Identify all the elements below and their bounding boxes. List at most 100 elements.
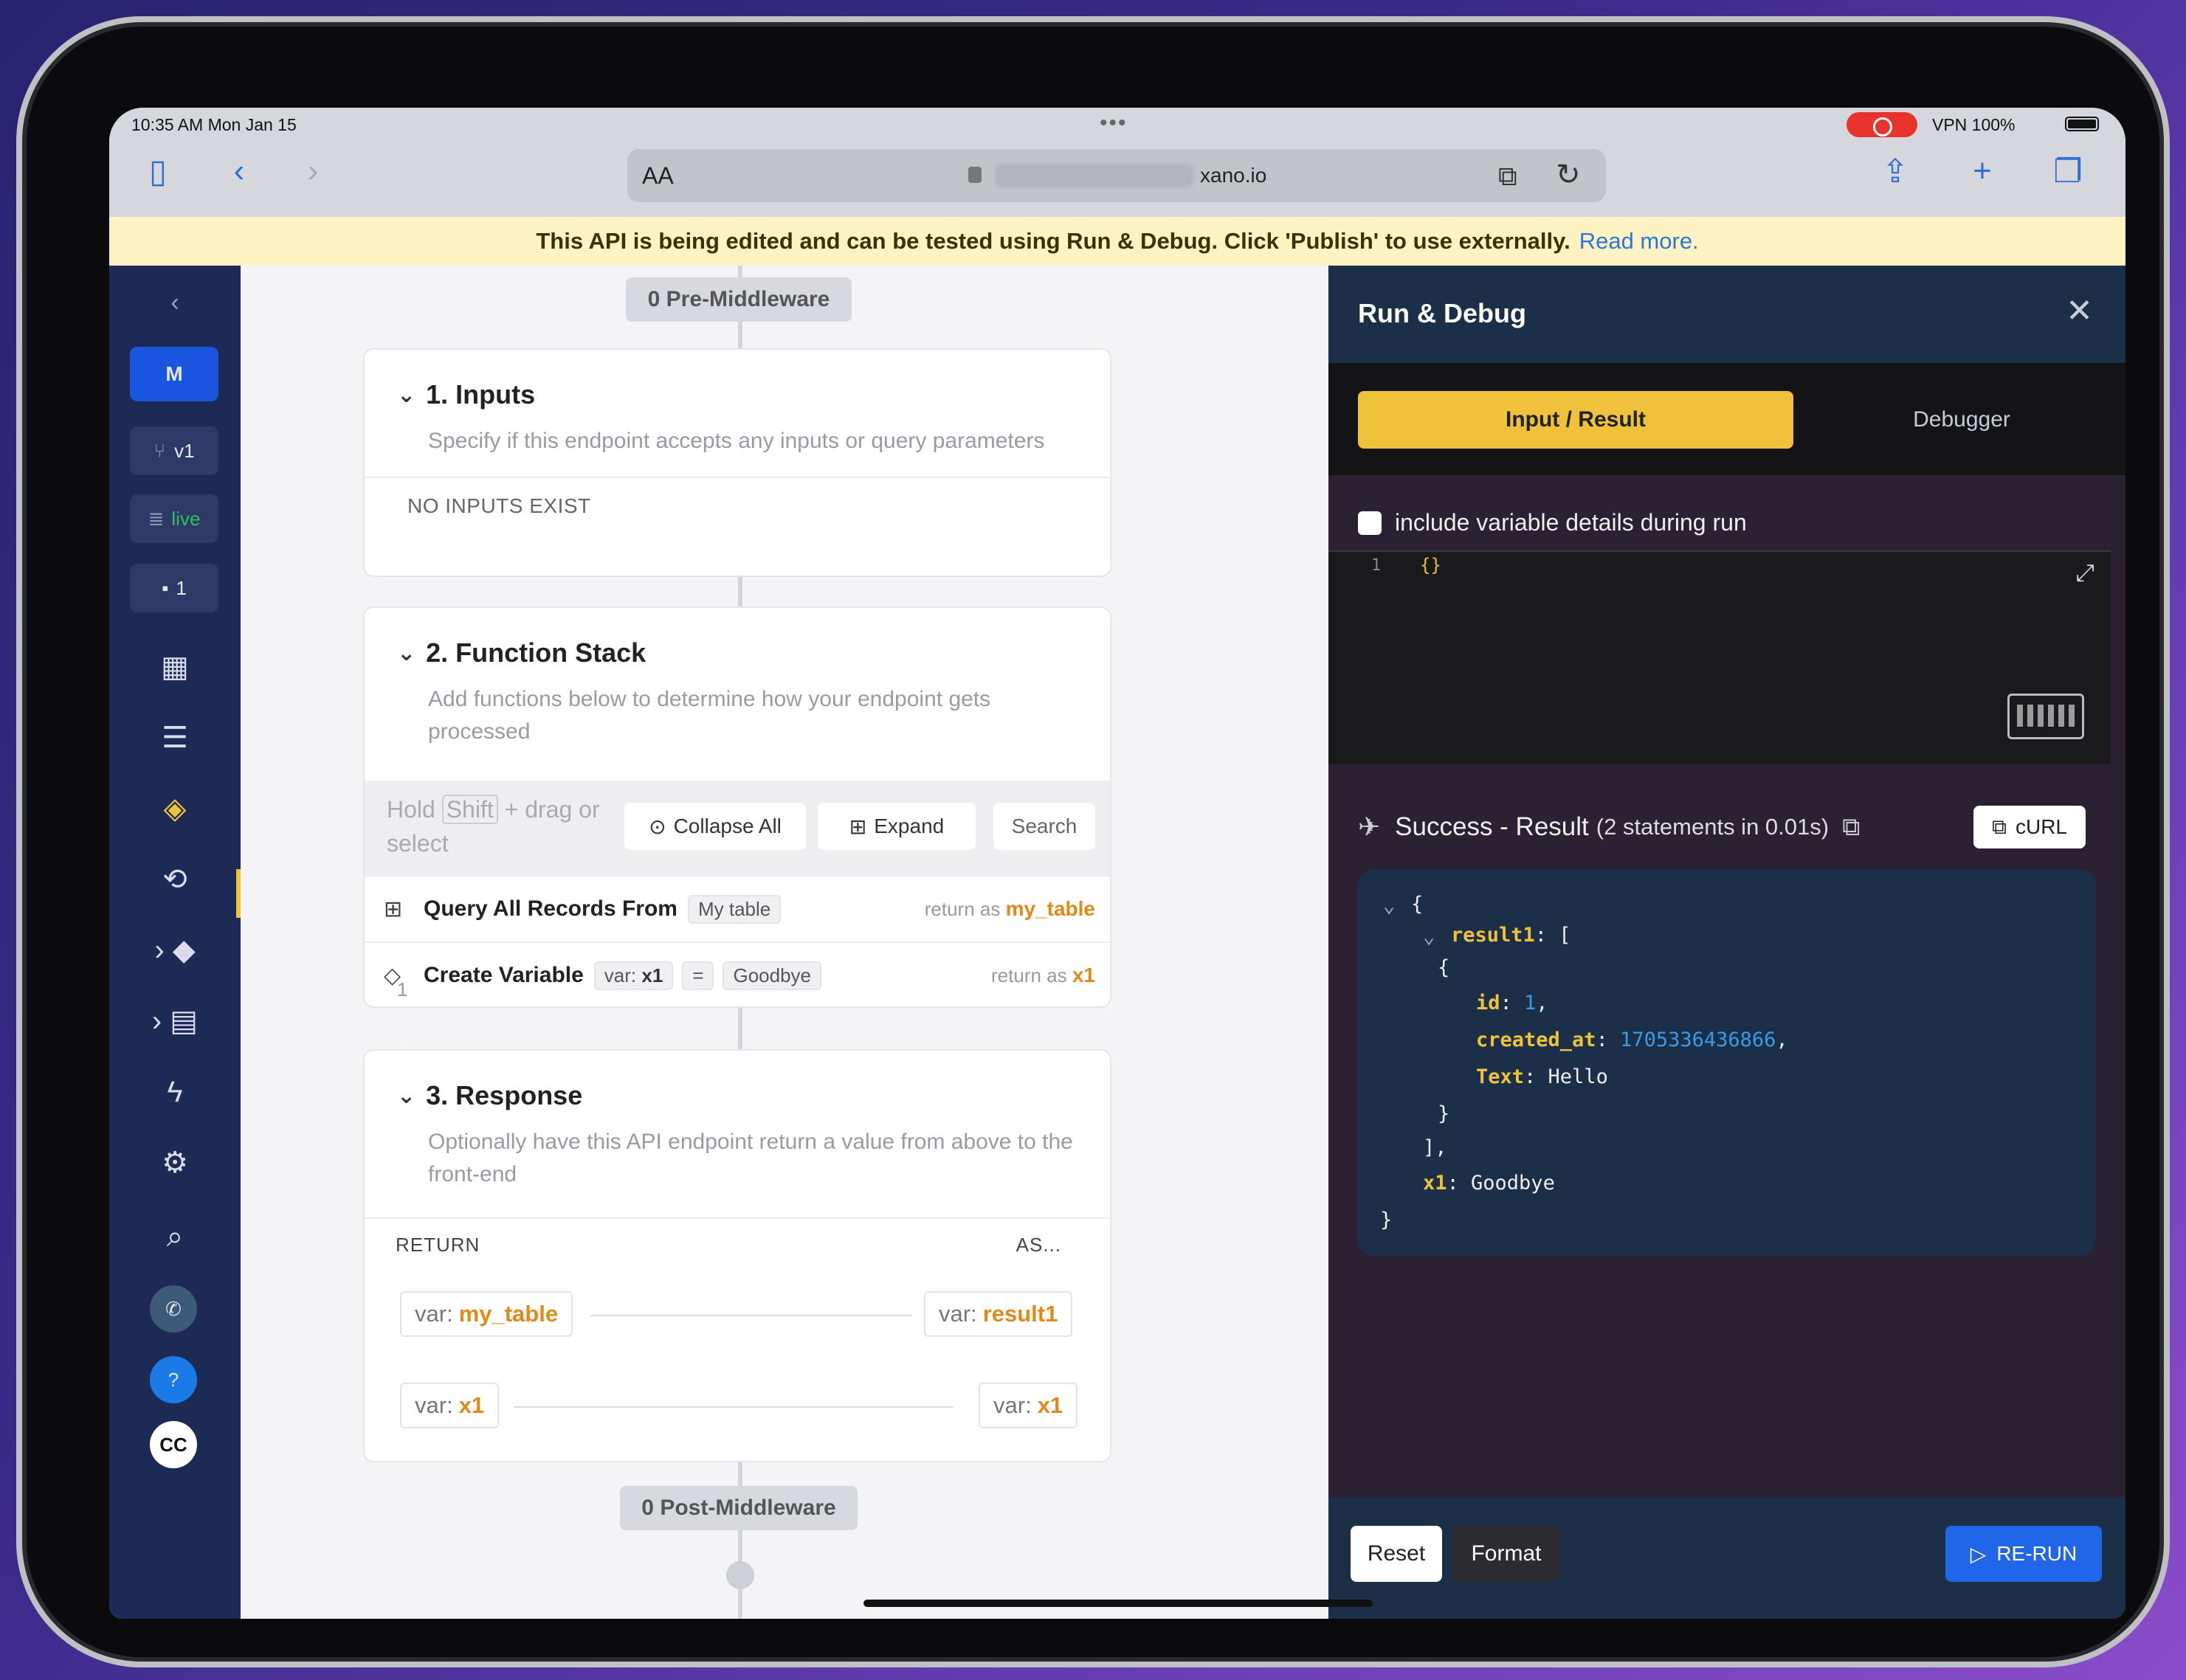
browser-chrome: 10:35 AM Mon Jan 15 ••• VPN 100% ▯ ‹ › A… — [109, 108, 2125, 217]
triggers-icon[interactable]: ϟ — [109, 1070, 241, 1114]
collapse-chevron-icon[interactable]: ‹ — [109, 288, 241, 317]
sidebar-toggle-icon[interactable]: ▯ — [136, 149, 180, 193]
chevron-down-icon[interactable]: ⌄ — [397, 640, 416, 666]
multitask-dots[interactable]: ••• — [1100, 111, 1128, 136]
recording-indicator-icon — [1847, 112, 1917, 137]
result-header: ✈ Success - Result (2 statements in 0.01… — [1358, 812, 1860, 843]
result-stats: (2 statements in 0.01s) — [1596, 814, 1830, 840]
announcements-icon[interactable]: ✆ — [150, 1285, 197, 1332]
rocket-icon: ✈ — [1358, 812, 1381, 842]
equals-chip: = — [682, 961, 714, 990]
collapse-all-button[interactable]: ⊙ Collapse All — [624, 803, 806, 850]
as-column-header: AS... — [1016, 1234, 1061, 1256]
response-from-var[interactable]: var: my_table — [400, 1291, 573, 1337]
chevron-down-icon[interactable]: ⌄ — [1423, 925, 1435, 948]
checkbox-label: include variable details during run — [1395, 509, 1747, 536]
workspace-button[interactable]: M — [130, 347, 218, 401]
panel-footer: Reset Format ▷ RE-RUN — [1328, 1498, 2125, 1619]
share-icon[interactable]: ⇪ — [1873, 149, 1917, 193]
response-from-var[interactable]: var: x1 — [400, 1383, 500, 1428]
result-title: Success - Result — [1395, 812, 1589, 841]
response-table-head: RETURN AS... — [365, 1217, 1110, 1256]
new-tab-icon[interactable]: + — [1960, 149, 2004, 193]
expand-icon[interactable]: ⤢ — [2075, 559, 2094, 587]
status-bar: 10:35 AM Mon Jan 15 ••• VPN 100% — [109, 108, 2125, 139]
avatar[interactable]: CC — [150, 1421, 197, 1468]
curl-button[interactable]: ⧉ cURL — [1973, 806, 2086, 848]
tab-input-result[interactable]: Input / Result — [1358, 391, 1793, 449]
response-title[interactable]: 3. Response — [426, 1080, 582, 1111]
variable-chip: var: x1 — [593, 961, 674, 990]
back-icon[interactable]: ‹ — [224, 149, 254, 193]
reset-button[interactable]: Reset — [1351, 1526, 1442, 1582]
function-stack-title[interactable]: 2. Function Stack — [426, 637, 646, 668]
format-button[interactable]: Format — [1452, 1526, 1560, 1582]
rerun-button[interactable]: ▷ RE-RUN — [1945, 1526, 2102, 1582]
banner-text: This API is being edited and can be test… — [536, 228, 1570, 254]
editor-code[interactable]: {} — [1420, 555, 1441, 575]
chevron-down-icon[interactable]: ⌄ — [397, 382, 416, 408]
row-number: 1 — [397, 978, 408, 1000]
reload-icon[interactable]: ↻ — [1556, 158, 1581, 192]
comments-count: 1 — [176, 576, 187, 599]
settings-icon[interactable]: ⚙ — [109, 1141, 241, 1185]
address-bar[interactable]: AA xano.io ⧉ ↻ — [627, 149, 1606, 202]
dashboard-icon[interactable]: ▦ — [109, 645, 241, 689]
expand-button[interactable]: ⊞ Expand — [818, 803, 976, 850]
checkbox[interactable] — [1358, 511, 1382, 535]
response-to-var[interactable]: var: x1 — [979, 1383, 1078, 1428]
copy-icon: ⧉ — [1991, 815, 2007, 838]
close-icon[interactable]: ✕ — [2066, 292, 2093, 330]
datasource-selector[interactable]: ≣ live — [130, 494, 218, 543]
function-name: Query All Records From — [424, 896, 677, 921]
chevron-down-icon[interactable]: ⌄ — [397, 1083, 416, 1109]
tab-debugger[interactable]: Debugger — [1830, 391, 2093, 449]
response-to-var[interactable]: var: result1 — [924, 1291, 1073, 1337]
inputs-title[interactable]: 1. Inputs — [426, 379, 535, 410]
return-as: return as my_table — [924, 897, 1095, 920]
function-stack-card: ⌄ 2. Function Stack Add functions below t… — [363, 606, 1111, 1008]
response-card: ⌄ 3. Response Optionally have this API en… — [363, 1049, 1111, 1462]
panel-tabs: Input / Result Debugger — [1328, 363, 2125, 475]
comments-button[interactable]: ▪ 1 — [130, 564, 218, 612]
history-icon[interactable]: ⟲ — [109, 857, 241, 902]
function-stack-description: Add functions below to determine how you… — [428, 687, 991, 744]
forward-icon[interactable]: › — [298, 149, 328, 193]
stack-search-button[interactable]: Search — [993, 803, 1095, 850]
copy-icon[interactable]: ⧉ — [1842, 813, 1860, 842]
function-row[interactable]: ◇ Create Variable var: x1 = Goodbye retu… — [365, 941, 1110, 1006]
home-indicator — [863, 1600, 1373, 1607]
panel-title: Run & Debug — [1358, 298, 1526, 328]
reader-icon[interactable]: AA — [642, 162, 674, 190]
function-name: Create Variable — [424, 963, 584, 987]
line-number: 1 — [1371, 556, 1382, 575]
post-middleware-pill[interactable]: 0 Post-Middleware — [620, 1486, 858, 1530]
play-icon: ▷ — [1970, 1542, 1987, 1566]
value-chip: Goodbye — [723, 961, 822, 990]
datasource-label: live — [171, 507, 201, 530]
addons-icon[interactable]: › ◆ — [109, 928, 241, 972]
marketplace-icon[interactable]: › ▤ — [109, 999, 241, 1043]
mapping-line — [590, 1315, 912, 1316]
variable-details-checkbox[interactable]: include variable details during run — [1358, 509, 1747, 536]
database-tables-icon[interactable]: ☰ — [109, 716, 241, 760]
branch-selector[interactable]: ⑂ v1 — [130, 426, 218, 475]
device-bezel: 10:35 AM Mon Jan 15 ••• VPN 100% ▯ ‹ › A… — [16, 16, 2170, 1667]
pre-middleware-pill[interactable]: 0 Pre-Middleware — [626, 277, 852, 322]
extensions-icon[interactable]: ⧉ — [1498, 161, 1517, 193]
api-icon[interactable]: ◈ — [109, 787, 241, 831]
search-icon[interactable]: ⌕ — [109, 1214, 241, 1259]
help-icon[interactable]: ? — [150, 1356, 197, 1403]
function-stack-toolbar: Hold Shift + drag or select ⊙ Collapse Al… — [365, 781, 1110, 875]
chevron-down-icon[interactable]: ⌄ — [1383, 894, 1395, 917]
collapse-icon: ⊙ — [649, 815, 666, 838]
read-more-link[interactable]: Read more. — [1579, 228, 1699, 254]
response-description: Optionally have this API endpoint return… — [428, 1130, 1073, 1186]
input-editor[interactable]: 1 {} ⤢ — [1328, 550, 2111, 764]
mapping-line — [514, 1406, 954, 1408]
tabs-overview-icon[interactable]: ❐ — [2046, 149, 2090, 193]
keyboard-icon[interactable] — [2007, 694, 2084, 739]
flow-end-node — [726, 1561, 754, 1589]
inputs-description: Specify if this endpoint accepts any inp… — [428, 429, 1045, 453]
function-row[interactable]: ⊞ Query All Records From My table return… — [365, 875, 1110, 941]
